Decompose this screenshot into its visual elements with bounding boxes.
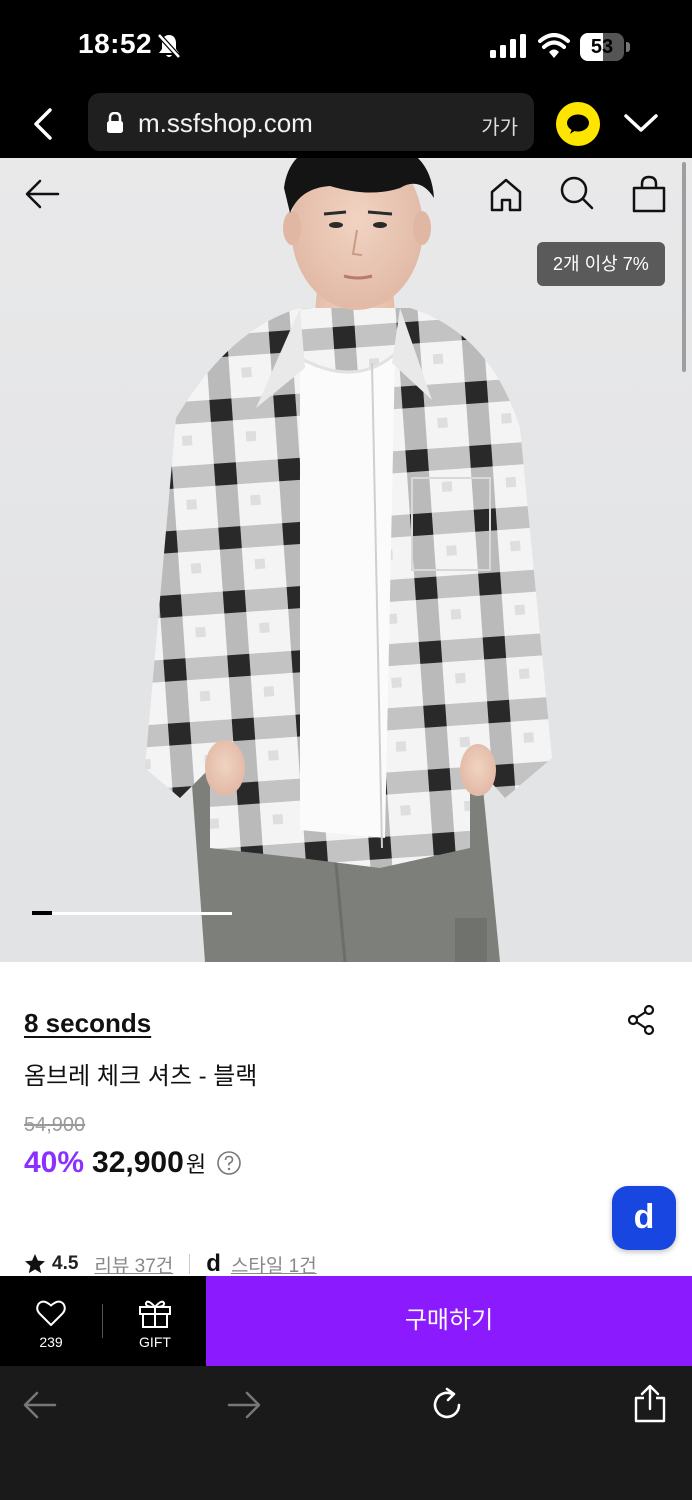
price-row: 40% 32,900 원 <box>24 1146 242 1180</box>
status-bar: 18:52 53 <box>0 0 692 88</box>
gift-button[interactable]: GIFT <box>104 1276 206 1366</box>
divider <box>189 1254 191 1274</box>
review-link[interactable]: 리뷰 37건 <box>94 1251 173 1278</box>
gift-icon <box>139 1300 171 1328</box>
heart-icon <box>36 1300 66 1326</box>
currency-unit: 원 <box>185 1152 207 1177</box>
like-button[interactable]: 239 <box>0 1276 102 1366</box>
browser-address-bar: m.ssfshop.com 가가 <box>0 88 692 158</box>
url-text: m.ssfshop.com <box>138 108 313 138</box>
url-field[interactable]: m.ssfshop.com 가가 <box>88 93 534 151</box>
status-time: 18:52 <box>78 28 153 59</box>
like-count: 239 <box>39 1334 63 1350</box>
product-info: 8 seconds 옴브레 체크 셔츠 - 블랙 54,900 40% 32,9… <box>0 962 692 1278</box>
divider <box>102 1304 103 1338</box>
reload-icon[interactable] <box>428 1386 466 1424</box>
search-icon[interactable] <box>558 174 596 212</box>
page-scrollbar[interactable] <box>682 162 686 372</box>
carousel-progress-thumb <box>32 911 52 915</box>
share-up-icon[interactable] <box>632 1384 668 1424</box>
lock-icon <box>107 112 123 133</box>
product-name: 옴브레 체크 셔츠 - 블랙 <box>24 1063 258 1090</box>
home-icon[interactable] <box>488 176 524 214</box>
back-chevron-icon[interactable] <box>24 104 64 144</box>
discount-rate: 40% <box>24 1146 85 1179</box>
cellular-signal-icon <box>490 34 526 58</box>
chevron-down-icon[interactable] <box>622 108 660 138</box>
brand-link[interactable]: 8 seconds <box>24 1008 151 1039</box>
style-link[interactable]: 스타일 1건 <box>231 1251 317 1278</box>
battery-icon: 53 <box>580 33 630 61</box>
bell-slash-icon <box>157 33 181 59</box>
promo-badge: 2개 이상 7% <box>537 242 665 286</box>
dstyle-logo: d <box>206 1250 221 1277</box>
purchase-bar: 239 GIFT 구매하기 <box>0 1276 692 1366</box>
question-circle-icon[interactable] <box>216 1150 242 1176</box>
sale-price: 32,900 <box>92 1146 184 1179</box>
rating-row: 4.5 리뷰 37건 d 스타일 1건 <box>24 1250 317 1278</box>
browser-back-icon[interactable] <box>22 1388 58 1422</box>
shopping-bag-icon[interactable] <box>630 174 668 214</box>
floating-d-button[interactable]: d <box>612 1186 676 1250</box>
rating-value: 4.5 <box>52 1253 79 1274</box>
wifi-icon <box>538 33 570 58</box>
carousel-progress <box>32 911 232 915</box>
kakao-talk-icon <box>567 114 589 134</box>
gift-label: GIFT <box>139 1334 171 1350</box>
text-size-button[interactable]: 가가 <box>481 111 518 140</box>
browser-forward-icon[interactable] <box>226 1388 262 1422</box>
share-icon[interactable] <box>626 1004 658 1036</box>
kakao-talk-button[interactable] <box>556 102 600 146</box>
battery-level: 53 <box>590 36 614 58</box>
product-image-carousel[interactable]: 2개 이상 7% <box>0 158 692 962</box>
star-icon <box>25 1254 45 1274</box>
original-price: 54,900 <box>24 1114 86 1136</box>
browser-toolbar <box>0 1366 692 1500</box>
purchase-button[interactable]: 구매하기 <box>206 1276 692 1366</box>
back-arrow-icon[interactable] <box>24 176 62 212</box>
